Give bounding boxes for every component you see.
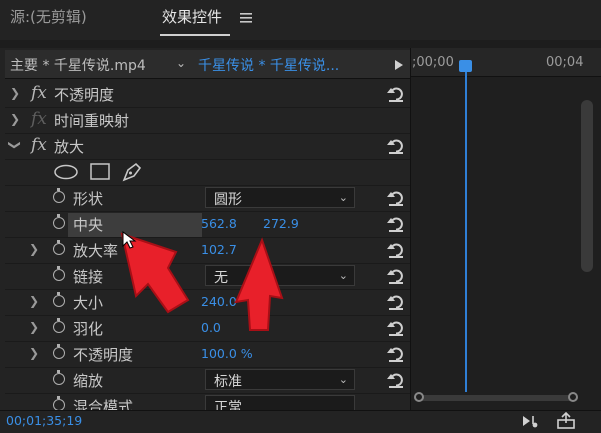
prop-label-shape: 形状 <box>73 190 104 208</box>
current-timecode[interactable]: 00;01;35;19 <box>6 413 82 428</box>
shape-dropdown-value: 圆形 <box>214 192 242 208</box>
panel-divider[interactable] <box>410 48 411 410</box>
stopwatch-icon[interactable] <box>53 292 65 307</box>
prop-label-blend-mode: 混合模式 <box>73 398 134 411</box>
scaling-dropdown-value: 标准 <box>214 374 242 390</box>
blend-mode-dropdown-value: 正常 <box>214 400 242 411</box>
hamburger-icon[interactable] <box>240 12 252 24</box>
export-icon[interactable] <box>556 412 576 430</box>
chevron-down-icon: ⌄ <box>338 373 348 386</box>
stopwatch-icon[interactable] <box>53 318 65 333</box>
prop-label-size: 大小 <box>73 294 104 312</box>
scaling-dropdown[interactable]: 标准 ⌄ <box>205 369 355 390</box>
effect-label-magnify: 放大 <box>54 138 85 156</box>
chevron-right-icon[interactable]: ❯ <box>10 112 20 126</box>
mask-tools-row <box>5 160 410 186</box>
vertical-scrollbar[interactable] <box>581 100 593 272</box>
reset-icon[interactable] <box>386 318 406 338</box>
zoom-handle-right[interactable] <box>568 392 578 402</box>
link-dropdown-value: 无 <box>214 270 228 286</box>
timeline-area[interactable] <box>411 48 601 410</box>
prop-row-magnification[interactable]: ❯ 放大率 102.7 <box>5 238 410 264</box>
active-tab-indicator <box>160 34 230 36</box>
rectangle-mask-icon[interactable] <box>90 163 110 181</box>
feather-value[interactable]: 0.0 <box>201 320 221 335</box>
prop-row-shape[interactable]: 形状 圆形 ⌄ <box>5 186 410 212</box>
blend-mode-dropdown[interactable]: 正常 <box>205 395 355 411</box>
reset-icon[interactable] <box>386 344 406 364</box>
reset-icon[interactable] <box>386 292 406 312</box>
reset-icon[interactable] <box>386 136 406 156</box>
playhead-handle[interactable] <box>459 60 472 72</box>
fx-icon[interactable]: fx <box>31 135 47 155</box>
chevron-down-icon: ⌄ <box>338 269 348 282</box>
chevron-down-icon: ⌄ <box>338 191 348 204</box>
stopwatch-icon[interactable] <box>53 240 65 255</box>
tab-source[interactable]: 源:(无剪辑) <box>10 6 87 27</box>
prop-row-link[interactable]: 链接 无 ⌄ <box>5 264 410 290</box>
prop-row-opacity[interactable]: ❯ 不透明度 100.0 % <box>5 342 410 368</box>
link-dropdown[interactable]: 无 ⌄ <box>205 265 355 286</box>
stopwatch-icon[interactable] <box>53 344 65 359</box>
prop-label-link: 链接 <box>73 268 104 286</box>
zoom-handle-left[interactable] <box>414 392 424 402</box>
chevron-right-icon[interactable]: ❯ <box>10 86 20 100</box>
prop-row-blend-mode[interactable]: 混合模式 正常 <box>5 394 410 411</box>
chevron-down-icon[interactable]: ⌄ <box>176 56 186 70</box>
stopwatch-icon[interactable] <box>53 370 65 385</box>
stopwatch-icon[interactable] <box>53 266 65 281</box>
prop-row-size[interactable]: ❯ 大小 240.0 <box>5 290 410 316</box>
effect-row-magnify[interactable]: ❯ fx 放大 <box>5 134 410 160</box>
play-icon[interactable] <box>389 54 409 76</box>
stopwatch-icon[interactable] <box>53 214 65 229</box>
reset-icon[interactable] <box>386 240 406 260</box>
stopwatch-icon[interactable] <box>53 188 65 203</box>
chevron-right-icon[interactable]: ❯ <box>29 346 39 360</box>
center-y-value[interactable]: 272.9 <box>263 216 299 231</box>
sequence-clip-label[interactable]: 千星传说 * 千星传说... <box>198 55 339 75</box>
prop-label-feather: 羽化 <box>73 320 104 338</box>
shape-dropdown[interactable]: 圆形 ⌄ <box>205 187 355 208</box>
playhead-line[interactable] <box>465 70 467 392</box>
effect-label-time-remap: 时间重映射 <box>54 112 130 130</box>
reset-icon[interactable] <box>386 266 406 286</box>
magnification-value[interactable]: 102.7 <box>201 242 237 257</box>
chevron-down-icon[interactable]: ❯ <box>8 140 22 150</box>
prop-row-feather[interactable]: ❯ 羽化 0.0 <box>5 316 410 342</box>
panel-tab-bar <box>0 0 601 40</box>
effect-row-opacity[interactable]: ❯ fx 不透明度 <box>5 82 410 108</box>
fx-icon: fx <box>31 109 47 129</box>
prop-row-center[interactable]: 中央 562.8 272.9 <box>5 212 410 238</box>
tab-effect-controls[interactable]: 效果控件 <box>162 6 222 27</box>
master-clip-label[interactable]: 主要 * 千星传说.mp4 <box>10 55 146 75</box>
timecode-end: 00;04 <box>546 55 584 70</box>
reset-icon[interactable] <box>386 370 406 390</box>
reset-icon[interactable] <box>386 214 406 234</box>
size-value[interactable]: 240.0 <box>201 294 237 309</box>
reset-icon[interactable] <box>386 84 406 104</box>
prop-label-opacity: 不透明度 <box>73 346 134 364</box>
chevron-right-icon[interactable]: ❯ <box>29 242 39 256</box>
prop-label-magnification: 放大率 <box>73 242 119 260</box>
chevron-right-icon[interactable]: ❯ <box>29 294 39 308</box>
pen-mask-icon[interactable] <box>121 162 143 182</box>
timecode-start: ;00;00 <box>412 55 454 70</box>
effect-label-opacity: 不透明度 <box>54 86 115 104</box>
opacity-value[interactable]: 100.0 % <box>201 346 253 361</box>
prop-row-scaling[interactable]: 缩放 标准 ⌄ <box>5 368 410 394</box>
effect-row-time-remap[interactable]: ❯ fx 时间重映射 <box>5 108 410 134</box>
prop-label-scaling: 缩放 <box>73 372 104 390</box>
horizontal-scrollbar[interactable] <box>414 395 578 401</box>
panel-footer <box>0 410 601 433</box>
ellipse-mask-icon[interactable] <box>53 164 79 180</box>
center-x-value[interactable]: 562.8 <box>201 216 237 231</box>
chevron-right-icon[interactable]: ❯ <box>29 320 39 334</box>
fx-icon[interactable]: fx <box>31 83 47 103</box>
reset-icon[interactable] <box>386 188 406 208</box>
prop-label-center: 中央 <box>73 216 104 234</box>
filter-audio-icon[interactable] <box>522 413 542 429</box>
